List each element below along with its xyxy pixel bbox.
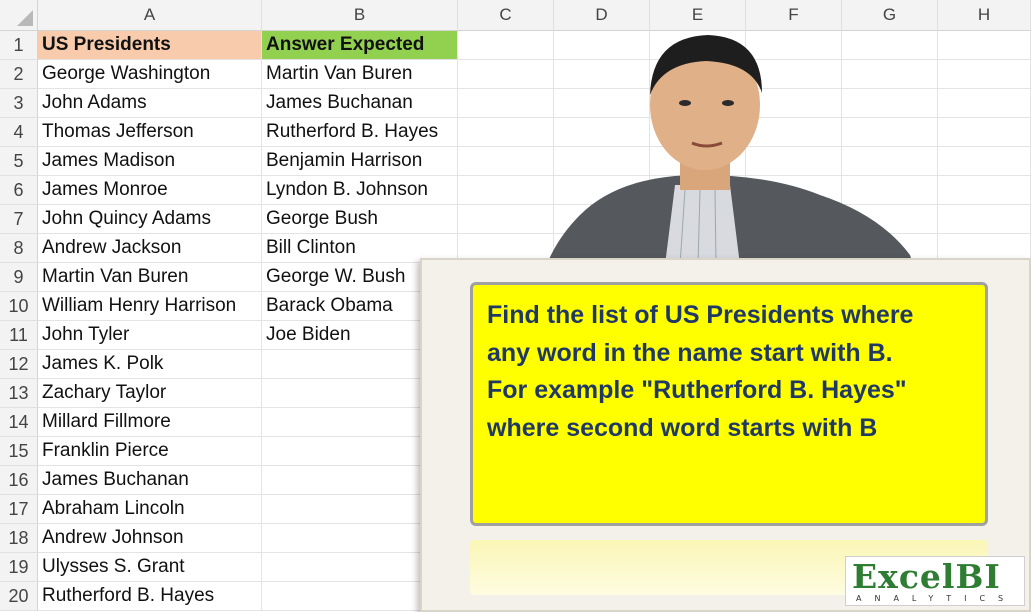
column-header-a[interactable]: A [38,0,262,31]
row-header-7[interactable]: 7 [0,205,38,234]
cell-a20[interactable]: Rutherford B. Hayes [38,582,262,611]
cell-a19[interactable]: Ulysses S. Grant [38,553,262,582]
logo-accent-text: BI [955,557,1001,596]
cell-a18[interactable]: Andrew Johnson [38,524,262,553]
column-header-b[interactable]: B [262,0,458,31]
challenge-line-1: Find the list of US Presidents where [487,301,914,329]
row-header-3[interactable]: 3 [0,89,38,118]
row-header-2[interactable]: 2 [0,60,38,89]
row-header-12[interactable]: 12 [0,350,38,379]
row-header-18[interactable]: 18 [0,524,38,553]
challenge-line-3: For example "Rutherford B. Hayes" [487,376,907,404]
select-all-corner[interactable] [0,0,38,31]
cell-a15[interactable]: Franklin Pierce [38,437,262,466]
cell-a12[interactable]: James K. Polk [38,350,262,379]
cell-b7[interactable]: George Bush [262,205,458,234]
cell-a14[interactable]: Millard Fillmore [38,408,262,437]
excel-bi-logo: ExcelBI ANALYTICS [845,556,1025,606]
cell-a9[interactable]: Martin Van Buren [38,263,262,292]
challenge-line-2: any word in the name start with B. [487,338,893,367]
cell-a16[interactable]: James Buchanan [38,466,262,495]
row-header-8[interactable]: 8 [0,234,38,263]
cell-b6[interactable]: Lyndon B. Johnson [262,176,458,205]
cell-b4[interactable]: Rutherford B. Hayes [262,118,458,147]
logo-main-text: Excel [852,557,956,596]
cell-a1[interactable]: US Presidents [38,31,262,60]
cell-a4[interactable]: Thomas Jefferson [38,118,262,147]
cell-b5[interactable]: Benjamin Harrison [262,147,458,176]
row-header-14[interactable]: 14 [0,408,38,437]
cell-a7[interactable]: John Quincy Adams [38,205,262,234]
cell-a3[interactable]: John Adams [38,89,262,118]
challenge-line-4: where second word starts with B [487,413,878,442]
challenge-note: Find the list of US Presidents where any… [470,282,988,526]
cell-a8[interactable]: Andrew Jackson [38,234,262,263]
cell-a10[interactable]: William Henry Harrison [38,292,262,321]
cell-a11[interactable]: John Tyler [38,321,262,350]
row-header-17[interactable]: 17 [0,495,38,524]
row-header-6[interactable]: 6 [0,176,38,205]
row-header-10[interactable]: 10 [0,292,38,321]
row-header-5[interactable]: 5 [0,147,38,176]
cell-a17[interactable]: Abraham Lincoln [38,495,262,524]
row-header-1[interactable]: 1 [0,31,38,60]
row-header-19[interactable]: 19 [0,553,38,582]
row-header-4[interactable]: 4 [0,118,38,147]
row-header-11[interactable]: 11 [0,321,38,350]
row-header-16[interactable]: 16 [0,466,38,495]
cell-b3[interactable]: James Buchanan [262,89,458,118]
row-header-15[interactable]: 15 [0,437,38,466]
row-header-20[interactable]: 20 [0,582,38,611]
row-header-13[interactable]: 13 [0,379,38,408]
cell-b2[interactable]: Martin Van Buren [262,60,458,89]
cell-a6[interactable]: James Monroe [38,176,262,205]
cell-a13[interactable]: Zachary Taylor [38,379,262,408]
cell-b1[interactable]: Answer Expected [262,31,458,60]
logo-subtitle: ANALYTICS [856,594,1017,603]
cell-a2[interactable]: George Washington [38,60,262,89]
cell-a5[interactable]: James Madison [38,147,262,176]
select-all-triangle-icon [17,10,33,26]
row-header-9[interactable]: 9 [0,263,38,292]
